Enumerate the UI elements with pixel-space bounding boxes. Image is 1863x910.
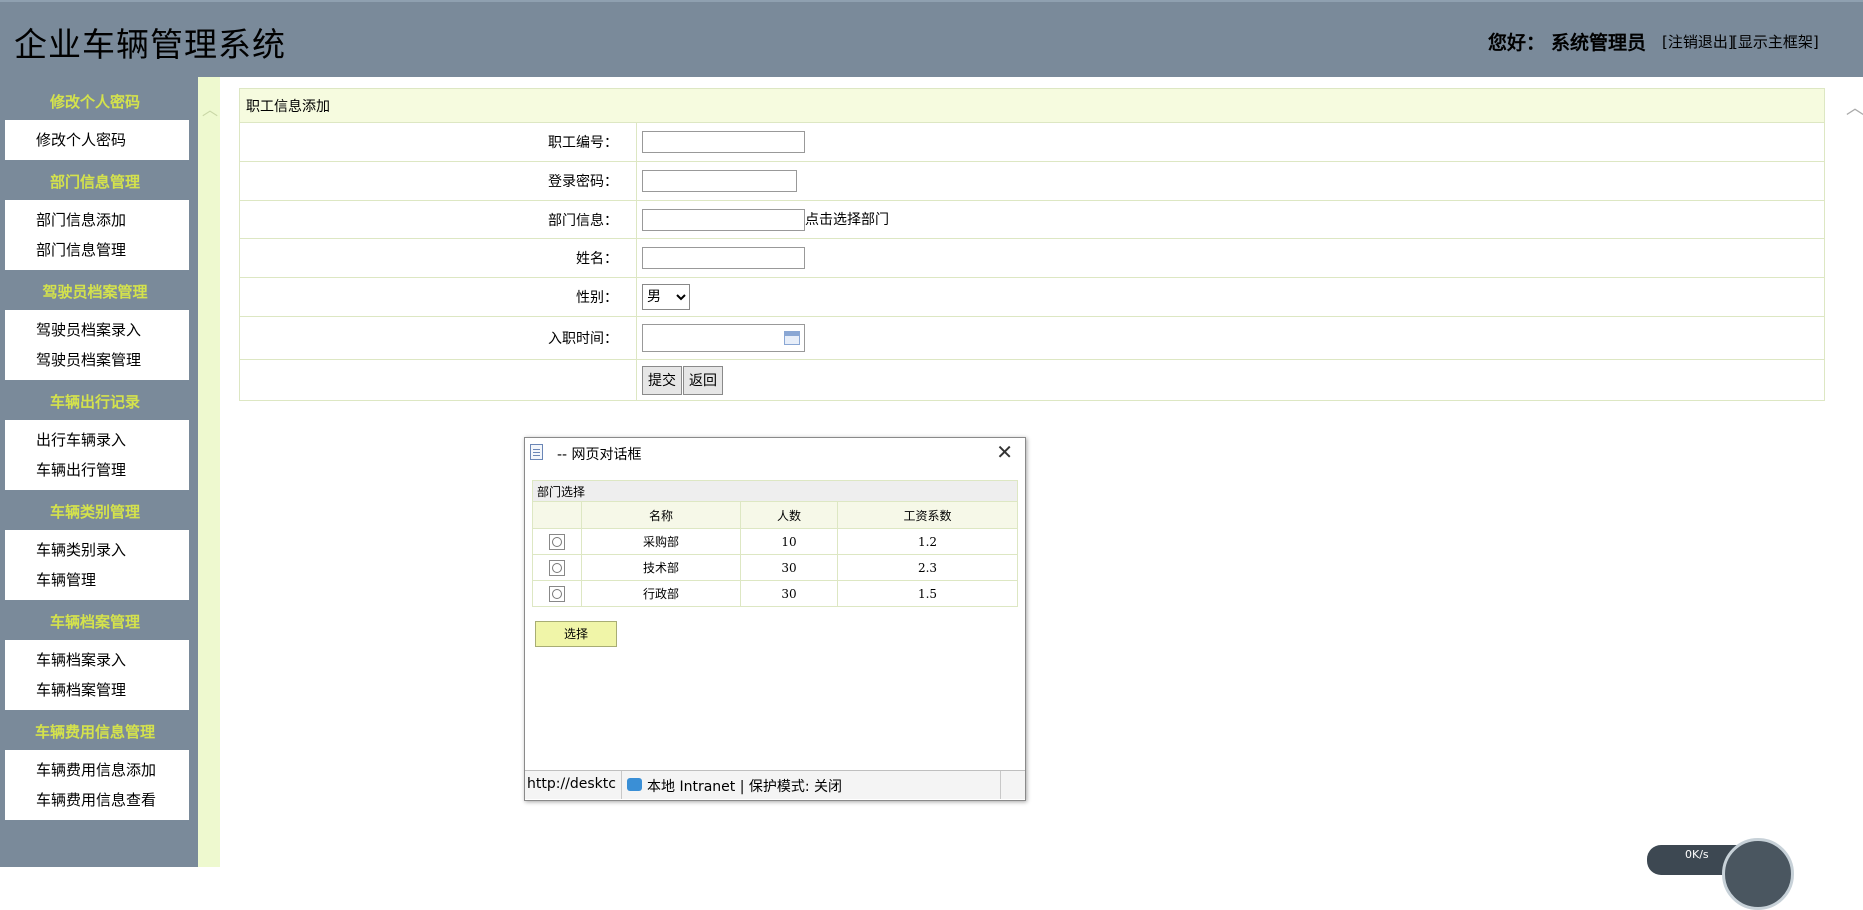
department-label: 部门信息： [239,200,637,239]
sidebar-item-trip-manage[interactable]: 车辆出行管理 [36,459,126,480]
status-zone: 本地 Intranet | 保护模式: 关闭 [647,779,843,795]
close-icon[interactable]: ✕ [996,440,1013,464]
scroll-up-icon[interactable]: ︿ [1846,94,1863,120]
dialog-titlebar: -- 网页对话框 ✕ [525,438,1025,472]
sidebar: 修改个人密码 修改个人密码 部门信息管理 部门信息添加 部门信息管理 驾驶员档案… [0,77,198,867]
sidebar-item-archive-manage[interactable]: 车辆档案管理 [36,679,126,700]
dept-coef: 1.2 [837,528,1018,555]
table-row: 行政部 30 1.5 [532,580,1018,607]
greeting-prefix: 您好： [1488,32,1546,54]
name-label: 姓名： [239,238,637,278]
row-radio[interactable] [549,533,565,550]
sidebar-group-box: 驾驶员档案录入 驾驶员档案管理 [5,310,189,380]
sidebar-group-box: 车辆档案录入 车辆档案管理 [5,640,189,710]
table-row: 采购部 10 1.2 [532,528,1018,555]
network-circle-icon[interactable] [1722,838,1794,910]
sidebar-item-dept-manage[interactable]: 部门信息管理 [36,239,126,260]
sidebar-group-box: 修改个人密码 [5,120,189,160]
choose-button[interactable]: 选择 [535,621,617,647]
status-url: http://desktc [527,776,616,792]
dept-count: 10 [740,528,838,555]
sidebar-item-driver-manage[interactable]: 驾驶员档案管理 [36,349,141,370]
row-radio[interactable] [549,585,565,602]
column-header: 人数 [740,501,838,529]
sidebar-group-box: 车辆费用信息添加 车辆费用信息查看 [5,750,189,820]
dialog-statusbar: http://desktc 本地 Intranet | 保护模式: 关闭 [525,770,1025,799]
hire-date-input[interactable] [642,324,805,352]
dialog-title: -- 网页对话框 [557,447,642,463]
collapse-arrow-icon[interactable]: ︿ [202,96,218,120]
dept-name: 行政部 [581,580,741,607]
sidebar-item-archive-add[interactable]: 车辆档案录入 [36,649,126,670]
table-caption: 部门选择 [532,480,1018,502]
sidebar-group-title[interactable]: 车辆费用信息管理 [0,721,190,742]
gender-select[interactable]: 男 [642,284,690,310]
sidebar-item-trip-add[interactable]: 出行车辆录入 [36,429,126,450]
sidebar-item-driver-add[interactable]: 驾驶员档案录入 [36,319,141,340]
calendar-icon[interactable] [784,331,800,345]
logout-link[interactable]: [注销退出] [1662,31,1734,52]
sidebar-group-box: 部门信息添加 部门信息管理 [5,200,189,270]
password-label: 登录密码： [239,161,637,201]
name-input[interactable] [642,247,805,269]
sidebar-group-title[interactable]: 车辆类别管理 [0,501,190,522]
hire-date-label: 入职时间： [239,316,637,360]
dept-coef: 2.3 [837,554,1018,581]
sidebar-group-title[interactable]: 车辆档案管理 [0,611,190,632]
frame-divider[interactable] [198,77,220,867]
user-greeting: 您好： 系统管理员 [1488,28,1652,55]
submit-button[interactable]: 提交 [642,365,682,395]
dept-coef: 1.5 [837,580,1018,607]
sidebar-item-change-password[interactable]: 修改个人密码 [36,129,126,150]
row-radio[interactable] [549,559,565,576]
sidebar-group-title[interactable]: 车辆出行记录 [0,391,190,412]
sidebar-group-title[interactable]: 驾驶员档案管理 [0,281,190,302]
sidebar-group-box: 车辆类别录入 车辆管理 [5,530,189,600]
app-header: 企业车辆管理系统 您好： 系统管理员 [注销退出] [显示主框架] [0,0,1863,77]
sidebar-group-title[interactable]: 修改个人密码 [0,91,190,112]
dept-name: 技术部 [581,554,741,581]
intranet-icon [627,778,642,791]
sidebar-item-fee-view[interactable]: 车辆费用信息查看 [36,789,156,810]
sidebar-item-vehicle-type-add[interactable]: 车辆类别录入 [36,539,126,560]
back-button[interactable]: 返回 [683,365,723,395]
dept-count: 30 [740,554,838,581]
show-frame-link[interactable]: [显示主框架] [1732,31,1819,52]
employee-form: 职工信息添加 职工编号： 登录密码： 部门信息： 点击选择部门 姓名： 性别： … [239,88,1825,401]
choose-department-link[interactable]: 点击选择部门 [805,212,889,228]
sidebar-item-vehicle-manage[interactable]: 车辆管理 [36,569,96,590]
employee-no-label: 职工编号： [239,122,637,162]
page-icon [530,444,543,460]
table-row: 技术部 30 2.3 [532,554,1018,581]
sidebar-item-fee-add[interactable]: 车辆费用信息添加 [36,759,156,780]
sidebar-item-dept-add[interactable]: 部门信息添加 [36,209,126,230]
app-title: 企业车辆管理系统 [14,25,286,64]
user-name: 系统管理员 [1551,32,1647,54]
dept-count: 30 [740,580,838,607]
sidebar-group-box: 出行车辆录入 车辆出行管理 [5,420,189,490]
column-header: 名称 [581,501,741,529]
department-input[interactable] [642,208,805,231]
column-header: 工资系数 [837,501,1018,529]
network-speed-text: 0K/s [1685,848,1709,861]
sidebar-group-title[interactable]: 部门信息管理 [0,171,190,192]
department-table: 部门选择 名称 人数 工资系数 采购部 10 1.2 技术部 30 2.3 行政… [532,480,1018,607]
form-title: 职工信息添加 [239,88,1825,123]
employee-no-input[interactable] [642,131,805,153]
department-dialog: -- 网页对话框 ✕ 部门选择 名称 人数 工资系数 采购部 10 1.2 技术… [524,437,1026,801]
password-input[interactable] [642,170,797,192]
dept-name: 采购部 [581,528,741,555]
gender-label: 性别： [239,277,637,317]
column-header [532,501,582,529]
